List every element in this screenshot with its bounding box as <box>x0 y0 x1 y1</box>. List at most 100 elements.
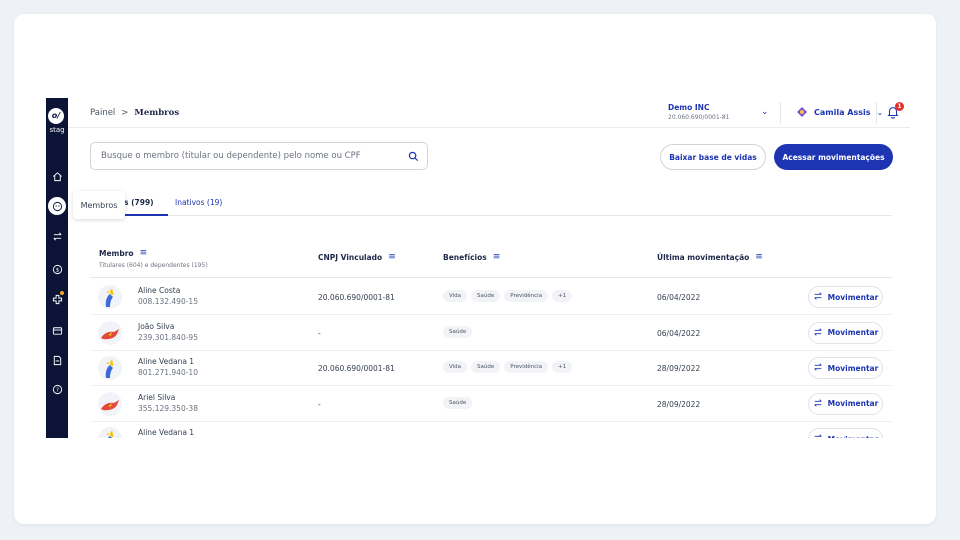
benefit-chip: Vida <box>443 290 468 302</box>
wallet-icon[interactable] <box>49 322 65 338</box>
chevron-down-icon: ⌄ <box>876 107 884 117</box>
benefit-chip: Vida <box>443 361 468 373</box>
member-avatar <box>98 320 122 345</box>
movimentar-label: Movimentar <box>827 363 879 373</box>
member-cpf: 355.129.350-38 <box>138 403 198 413</box>
search-icon[interactable] <box>408 151 419 162</box>
col-cnpj[interactable]: CNPJ Vinculado ≡ <box>318 252 396 262</box>
movimentar-button[interactable]: Movimentar <box>808 286 883 308</box>
movimentar-button[interactable]: Movimentar <box>808 357 883 379</box>
member-avatar <box>98 285 122 309</box>
table-row[interactable]: Aline Costa 008.132.490-15 20.060.690/0001… <box>90 280 892 315</box>
last-movement-date: 28/09/2022 <box>657 364 701 373</box>
movimentar-label: Movimentar <box>828 435 879 439</box>
benefit-chip: Previdência <box>504 361 549 373</box>
notification-dot <box>60 291 64 295</box>
movimentar-label: Movimentar <box>827 292 879 302</box>
col-member[interactable]: Membro ≡ <box>99 248 147 258</box>
member-cnpj: 20.060.690/0001-81 <box>318 293 395 302</box>
search-box <box>90 142 428 170</box>
document-icon[interactable] <box>49 352 65 368</box>
access-movements-button[interactable]: Acessar movimentações <box>774 144 893 170</box>
download-base-button[interactable]: Baixar base de vidas <box>660 144 766 170</box>
last-movement-date: 28/09/2022 <box>657 399 701 409</box>
sidebar-tooltip: Membros <box>73 191 125 219</box>
user-name: Camila Assis <box>814 107 871 117</box>
benefits-list: Vida Saúde Previdência +1 <box>443 290 573 302</box>
breadcrumb-separator-icon: > <box>121 108 129 118</box>
home-icon[interactable] <box>49 168 65 184</box>
logo-mark: o/ <box>48 108 64 124</box>
col-last-label: Última movimentação <box>657 252 750 262</box>
tabs: s (799) Inativos (19) <box>90 190 892 216</box>
sidebar: o/ stag $ ? <box>46 98 68 438</box>
col-cnpj-label: CNPJ Vinculado <box>318 252 383 262</box>
movimentar-button[interactable]: Movimentar <box>808 392 883 415</box>
member-name[interactable]: Aline Costa <box>138 286 180 295</box>
table-row[interactable]: Ariel Silva 355.129.350-38 - Saúde 28/09/202… <box>90 387 892 422</box>
benefit-chip: Previdência <box>504 290 549 302</box>
filter-icon[interactable]: ≡ <box>140 248 148 258</box>
swap-icon <box>813 433 823 438</box>
tab-active-members[interactable]: s (799) <box>124 198 154 207</box>
filter-icon[interactable]: ≡ <box>493 252 501 262</box>
benefit-chip[interactable]: +1 <box>552 361 573 373</box>
chevron-down-icon[interactable]: ⌄ <box>761 107 769 117</box>
table-row[interactable]: Aline Vedana 1 801.271.940-10 20.060.690/0… <box>90 351 892 386</box>
member-avatar <box>98 391 122 416</box>
table-header: Membro ≡ Titulares (604) e dependentes (… <box>90 238 892 278</box>
app-frame: o/ stag $ ? Membros Painel > Membros Dem… <box>46 98 910 438</box>
movimentar-label: Movimentar <box>827 399 879 408</box>
help-icon[interactable]: ? <box>49 381 65 397</box>
user-menu[interactable]: Camila Assis ⌄ <box>796 106 883 118</box>
notification-bell[interactable]: 1 <box>886 102 904 120</box>
swap-icon <box>813 398 823 410</box>
dollar-icon[interactable]: $ <box>49 261 65 277</box>
company-doc: 20.060.690/0001-81 <box>668 114 730 121</box>
company-name: Demo INC <box>668 103 710 112</box>
health-cross-icon[interactable] <box>49 291 65 307</box>
member-avatar <box>98 356 122 380</box>
transfer-icon[interactable] <box>49 228 65 244</box>
member-name[interactable]: Aline Vedana 1 <box>138 428 194 437</box>
col-benefits[interactable]: Benefícios ≡ <box>443 252 500 262</box>
col-member-subtitle: Titulares (604) e dependentes (195) <box>99 262 208 269</box>
swap-icon <box>813 362 823 374</box>
member-name[interactable]: João Silva <box>138 322 174 331</box>
col-member-label: Membro <box>99 248 134 258</box>
swap-icon <box>813 327 823 339</box>
breadcrumb-root[interactable]: Painel <box>90 108 115 118</box>
member-name[interactable]: Aline Vedana 1 <box>138 357 194 366</box>
top-bar: Painel > Membros Demo INC 20.060.690/000… <box>68 98 910 128</box>
member-cpf: 801.271.940-10 <box>138 368 198 377</box>
swap-icon <box>813 291 823 303</box>
table-row[interactable]: João Silva 239.301.840-95 - Saúde 06/04/2022… <box>90 316 892 351</box>
movimentar-button[interactable]: Movimentar <box>808 321 883 344</box>
user-avatar-icon <box>797 107 807 117</box>
search-input[interactable] <box>101 151 401 161</box>
notification-badge: 1 <box>895 102 904 111</box>
tab-inactive-members[interactable]: Inativos (19) <box>175 198 222 207</box>
logo-text: stag <box>49 126 65 134</box>
company-selector[interactable]: Demo INC 20.060.690/0001-81 <box>668 103 729 121</box>
member-cpf: 239.301.840-95 <box>138 332 198 342</box>
divider <box>780 102 781 124</box>
table-row[interactable]: Aline Vedana 1 Movimentar <box>90 422 892 438</box>
filter-icon[interactable]: ≡ <box>755 252 763 262</box>
svg-text:?: ? <box>56 387 59 393</box>
page-title: Membros <box>134 108 180 118</box>
svg-text:$: $ <box>55 267 59 273</box>
last-movement-date: 06/04/2022 <box>657 328 701 338</box>
col-last-movement[interactable]: Última movimentação ≡ <box>657 252 763 262</box>
benefit-chip: Saúde <box>443 396 473 409</box>
member-cpf: 008.132.490-15 <box>138 297 198 306</box>
divider <box>876 102 877 124</box>
filter-icon[interactable]: ≡ <box>388 252 396 262</box>
member-name[interactable]: Ariel Silva <box>138 393 175 402</box>
member-cnpj: 20.060.690/0001-81 <box>318 364 395 373</box>
movimentar-label: Movimentar <box>827 328 879 337</box>
movimentar-button[interactable]: Movimentar <box>808 428 883 438</box>
benefit-chip: Saúde <box>443 325 473 338</box>
benefit-chip[interactable]: +1 <box>552 290 573 302</box>
members-icon[interactable] <box>48 197 66 215</box>
